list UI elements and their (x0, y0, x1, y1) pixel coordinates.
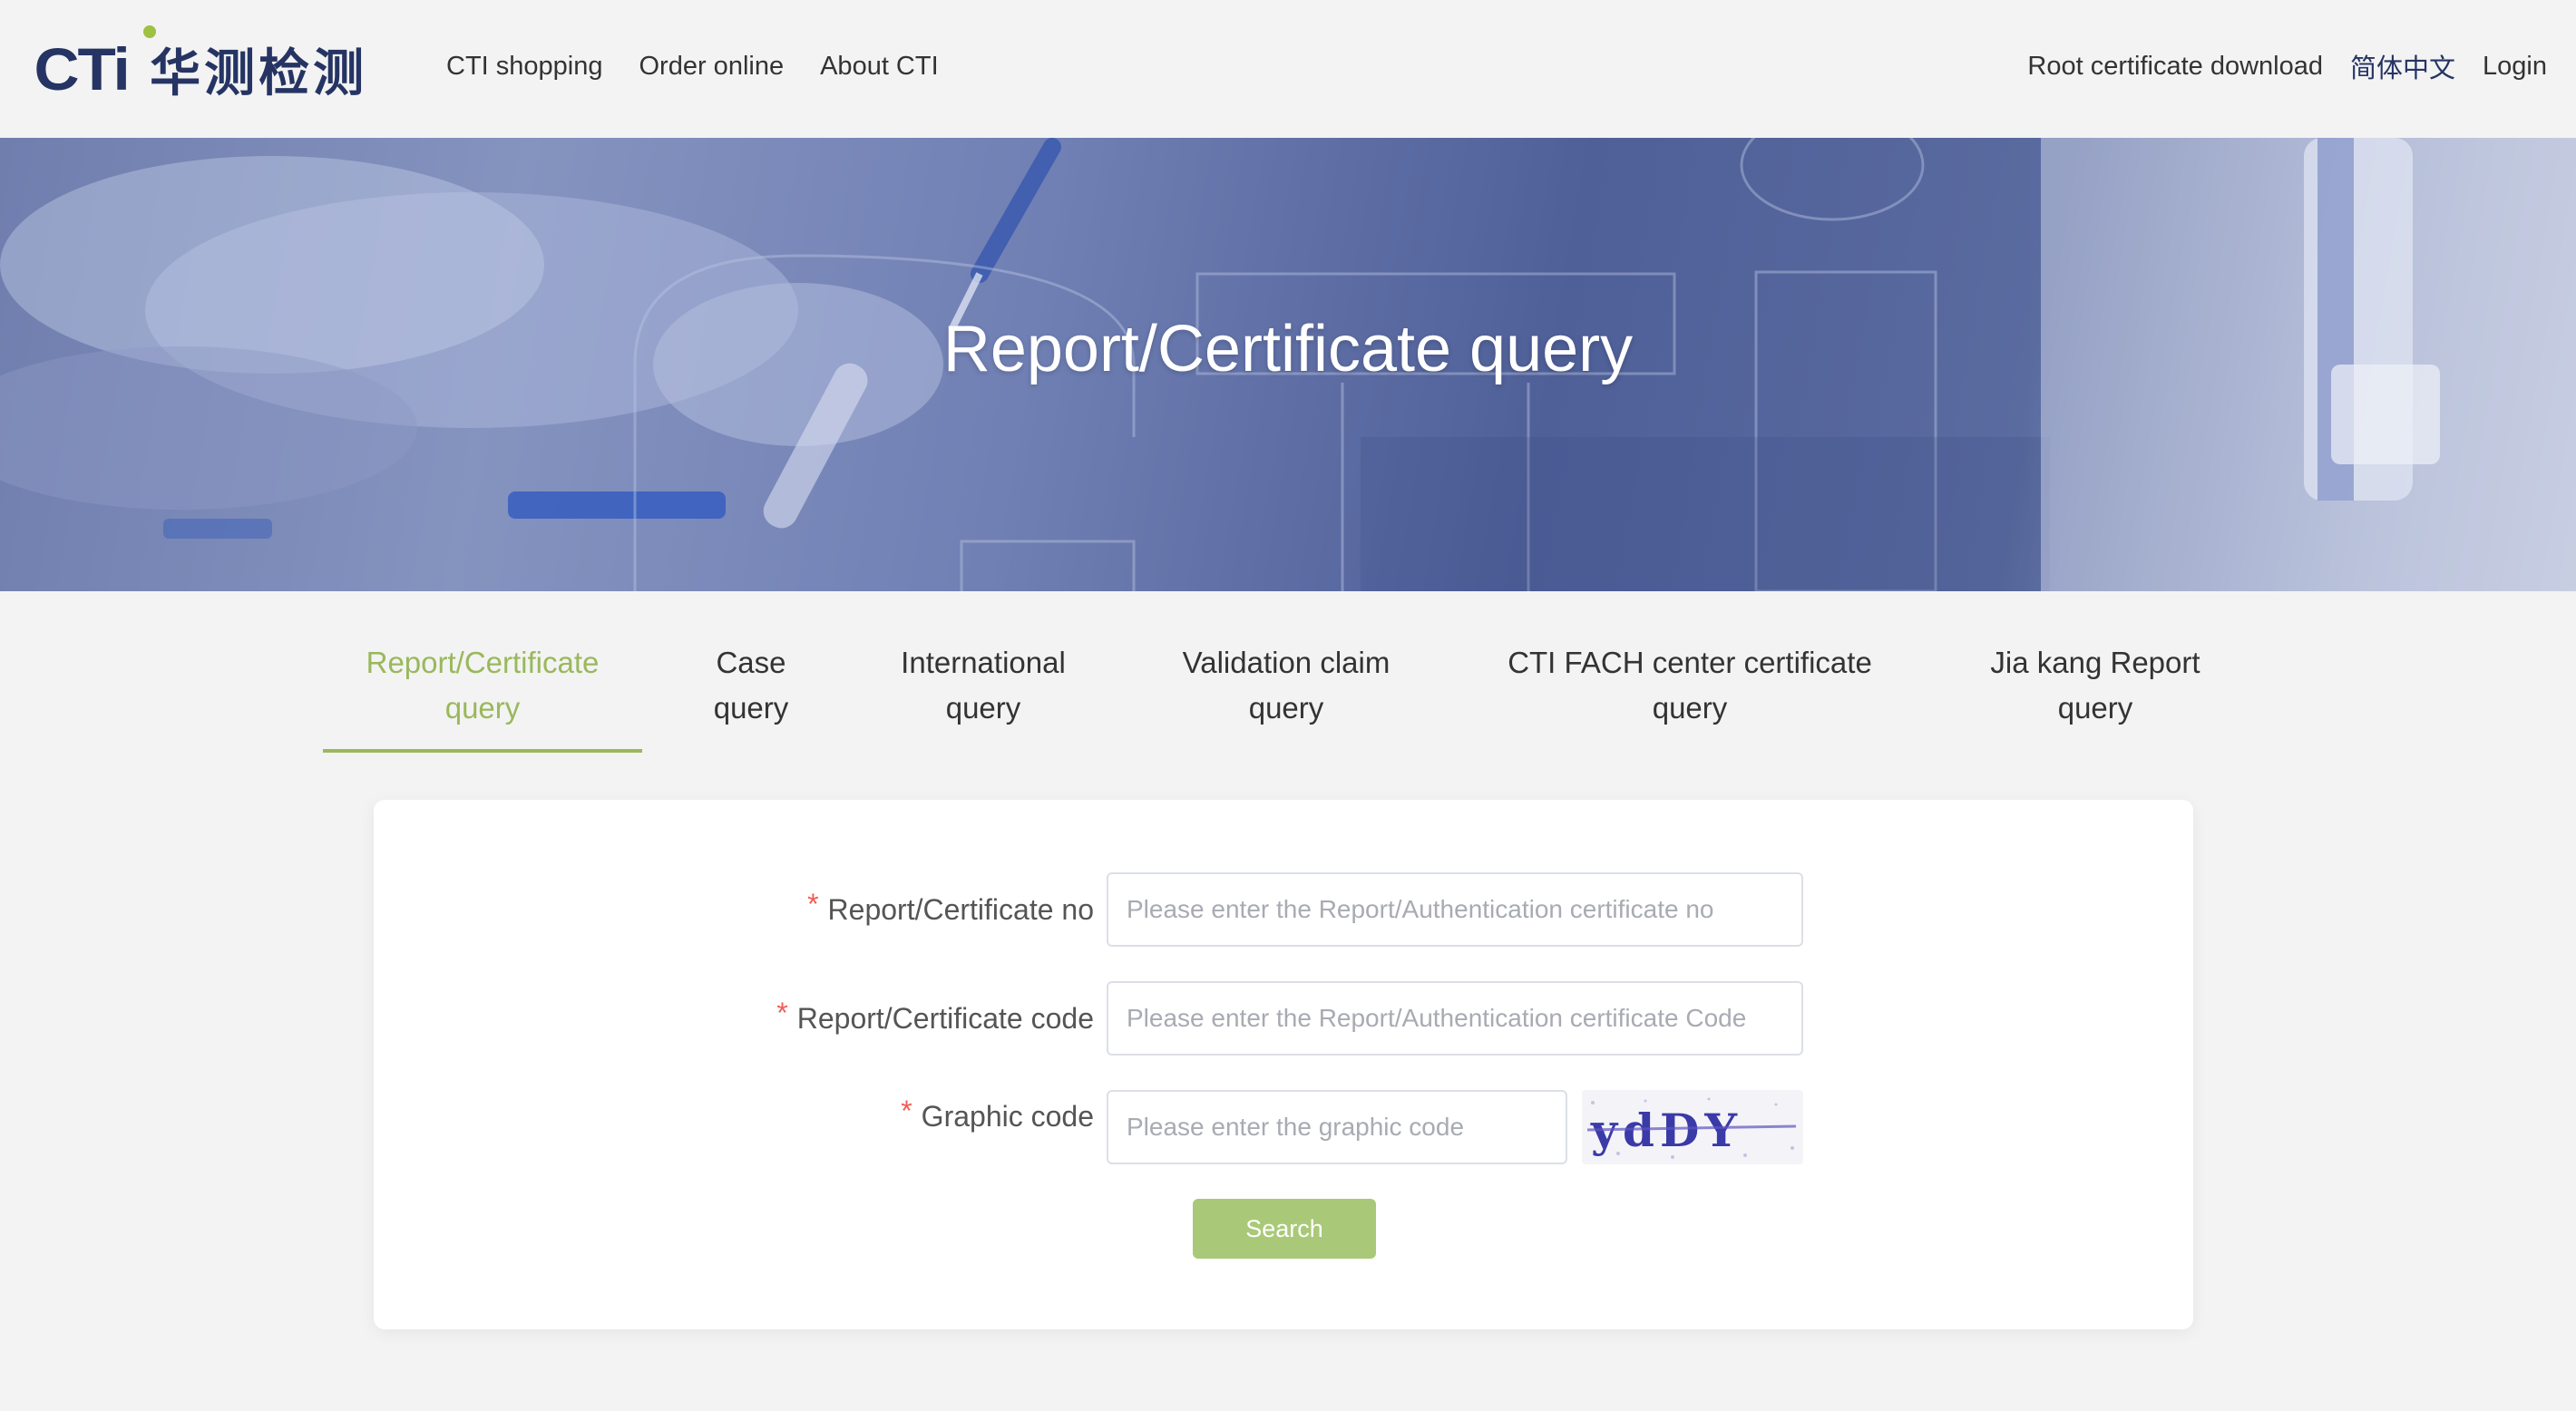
nav-cti-shopping[interactable]: CTI shopping (446, 52, 603, 82)
required-asterisk: * (901, 1094, 912, 1127)
tab-case-query[interactable]: Case query (678, 640, 824, 753)
form-row-certificate-no: * Report/Certificate no (374, 872, 2193, 947)
root-certificate-download-link[interactable]: Root certificate download (2027, 52, 2323, 82)
search-button[interactable]: Search (1193, 1199, 1376, 1259)
captcha-graphic: ydDY (1586, 1097, 1797, 1159)
graphic-code-label-text: Graphic code (921, 1099, 1094, 1133)
required-asterisk: * (807, 887, 819, 920)
graphic-code-input[interactable] (1107, 1090, 1567, 1164)
certificate-no-label-text: Report/Certificate no (827, 892, 1094, 926)
top-header: CTi 华测检测 CTI shopping Order online About… (0, 0, 2576, 138)
query-tabs: Report/Certificate query Case query Inte… (0, 640, 2576, 753)
tab-label-line2: query (444, 691, 521, 725)
certificate-no-label: * Report/Certificate no (807, 872, 1094, 947)
logo-chinese-name: 华测检测 (150, 44, 368, 103)
tab-label-line1: CTI FACH center certificate (1508, 646, 1872, 679)
main-nav: CTI shopping Order online About CTI (446, 44, 939, 89)
graphic-code-label: * Graphic code (901, 1079, 1094, 1153)
certificate-code-input[interactable] (1107, 981, 1803, 1056)
nav-about-cti[interactable]: About CTI (820, 52, 939, 82)
language-switch-link[interactable]: 简体中文 (2350, 47, 2455, 85)
tab-label-line1: International (901, 646, 1066, 679)
utility-nav: Root certificate download 简体中文 Login (2027, 44, 2547, 89)
tab-label-line2: query (945, 691, 1021, 725)
certificate-code-label: * Report/Certificate code (776, 981, 1094, 1056)
login-link[interactable]: Login (2483, 52, 2547, 82)
tab-label-line2: query (1248, 691, 1324, 725)
required-asterisk: * (776, 996, 788, 1029)
certificate-no-input[interactable] (1107, 872, 1803, 947)
cti-logo[interactable]: CTi 华测检测 (34, 24, 368, 114)
tab-label-line2: query (713, 691, 789, 725)
tab-label-line2: query (2057, 691, 2133, 725)
logo-wordmark: CTi (34, 35, 131, 102)
tab-validation-claim-query[interactable]: Validation claim query (1150, 640, 1422, 753)
tab-cti-fach-center-certificate-query[interactable]: CTI FACH center certificate query (1478, 640, 1901, 753)
tab-label-line1: Validation claim (1182, 646, 1390, 679)
tab-label-line2: query (1652, 691, 1728, 725)
form-row-graphic-code: * Graphic code ydDY (374, 1090, 2193, 1164)
tab-jia-kang-report-query[interactable]: Jia kang Report query (1959, 640, 2231, 753)
logo-dot (143, 25, 156, 38)
hero-banner: Report/Certificate query (0, 138, 2576, 591)
form-row-certificate-code: * Report/Certificate code (374, 981, 2193, 1056)
nav-order-online[interactable]: Order online (639, 52, 785, 82)
query-form-card: * Report/Certificate no * Report/Certifi… (374, 800, 2193, 1329)
tab-label-line1: Jia kang Report (1990, 646, 2200, 679)
tab-label-line1: Case (716, 646, 786, 679)
certificate-code-label-text: Report/Certificate code (796, 1001, 1094, 1035)
tab-label-line1: Report/Certificate (366, 646, 600, 679)
captcha-image[interactable]: ydDY (1582, 1090, 1803, 1164)
banner-title: Report/Certificate query (942, 313, 1634, 385)
tab-report-certificate-query[interactable]: Report/Certificate query (323, 640, 642, 753)
tab-international-query[interactable]: International query (874, 640, 1092, 753)
